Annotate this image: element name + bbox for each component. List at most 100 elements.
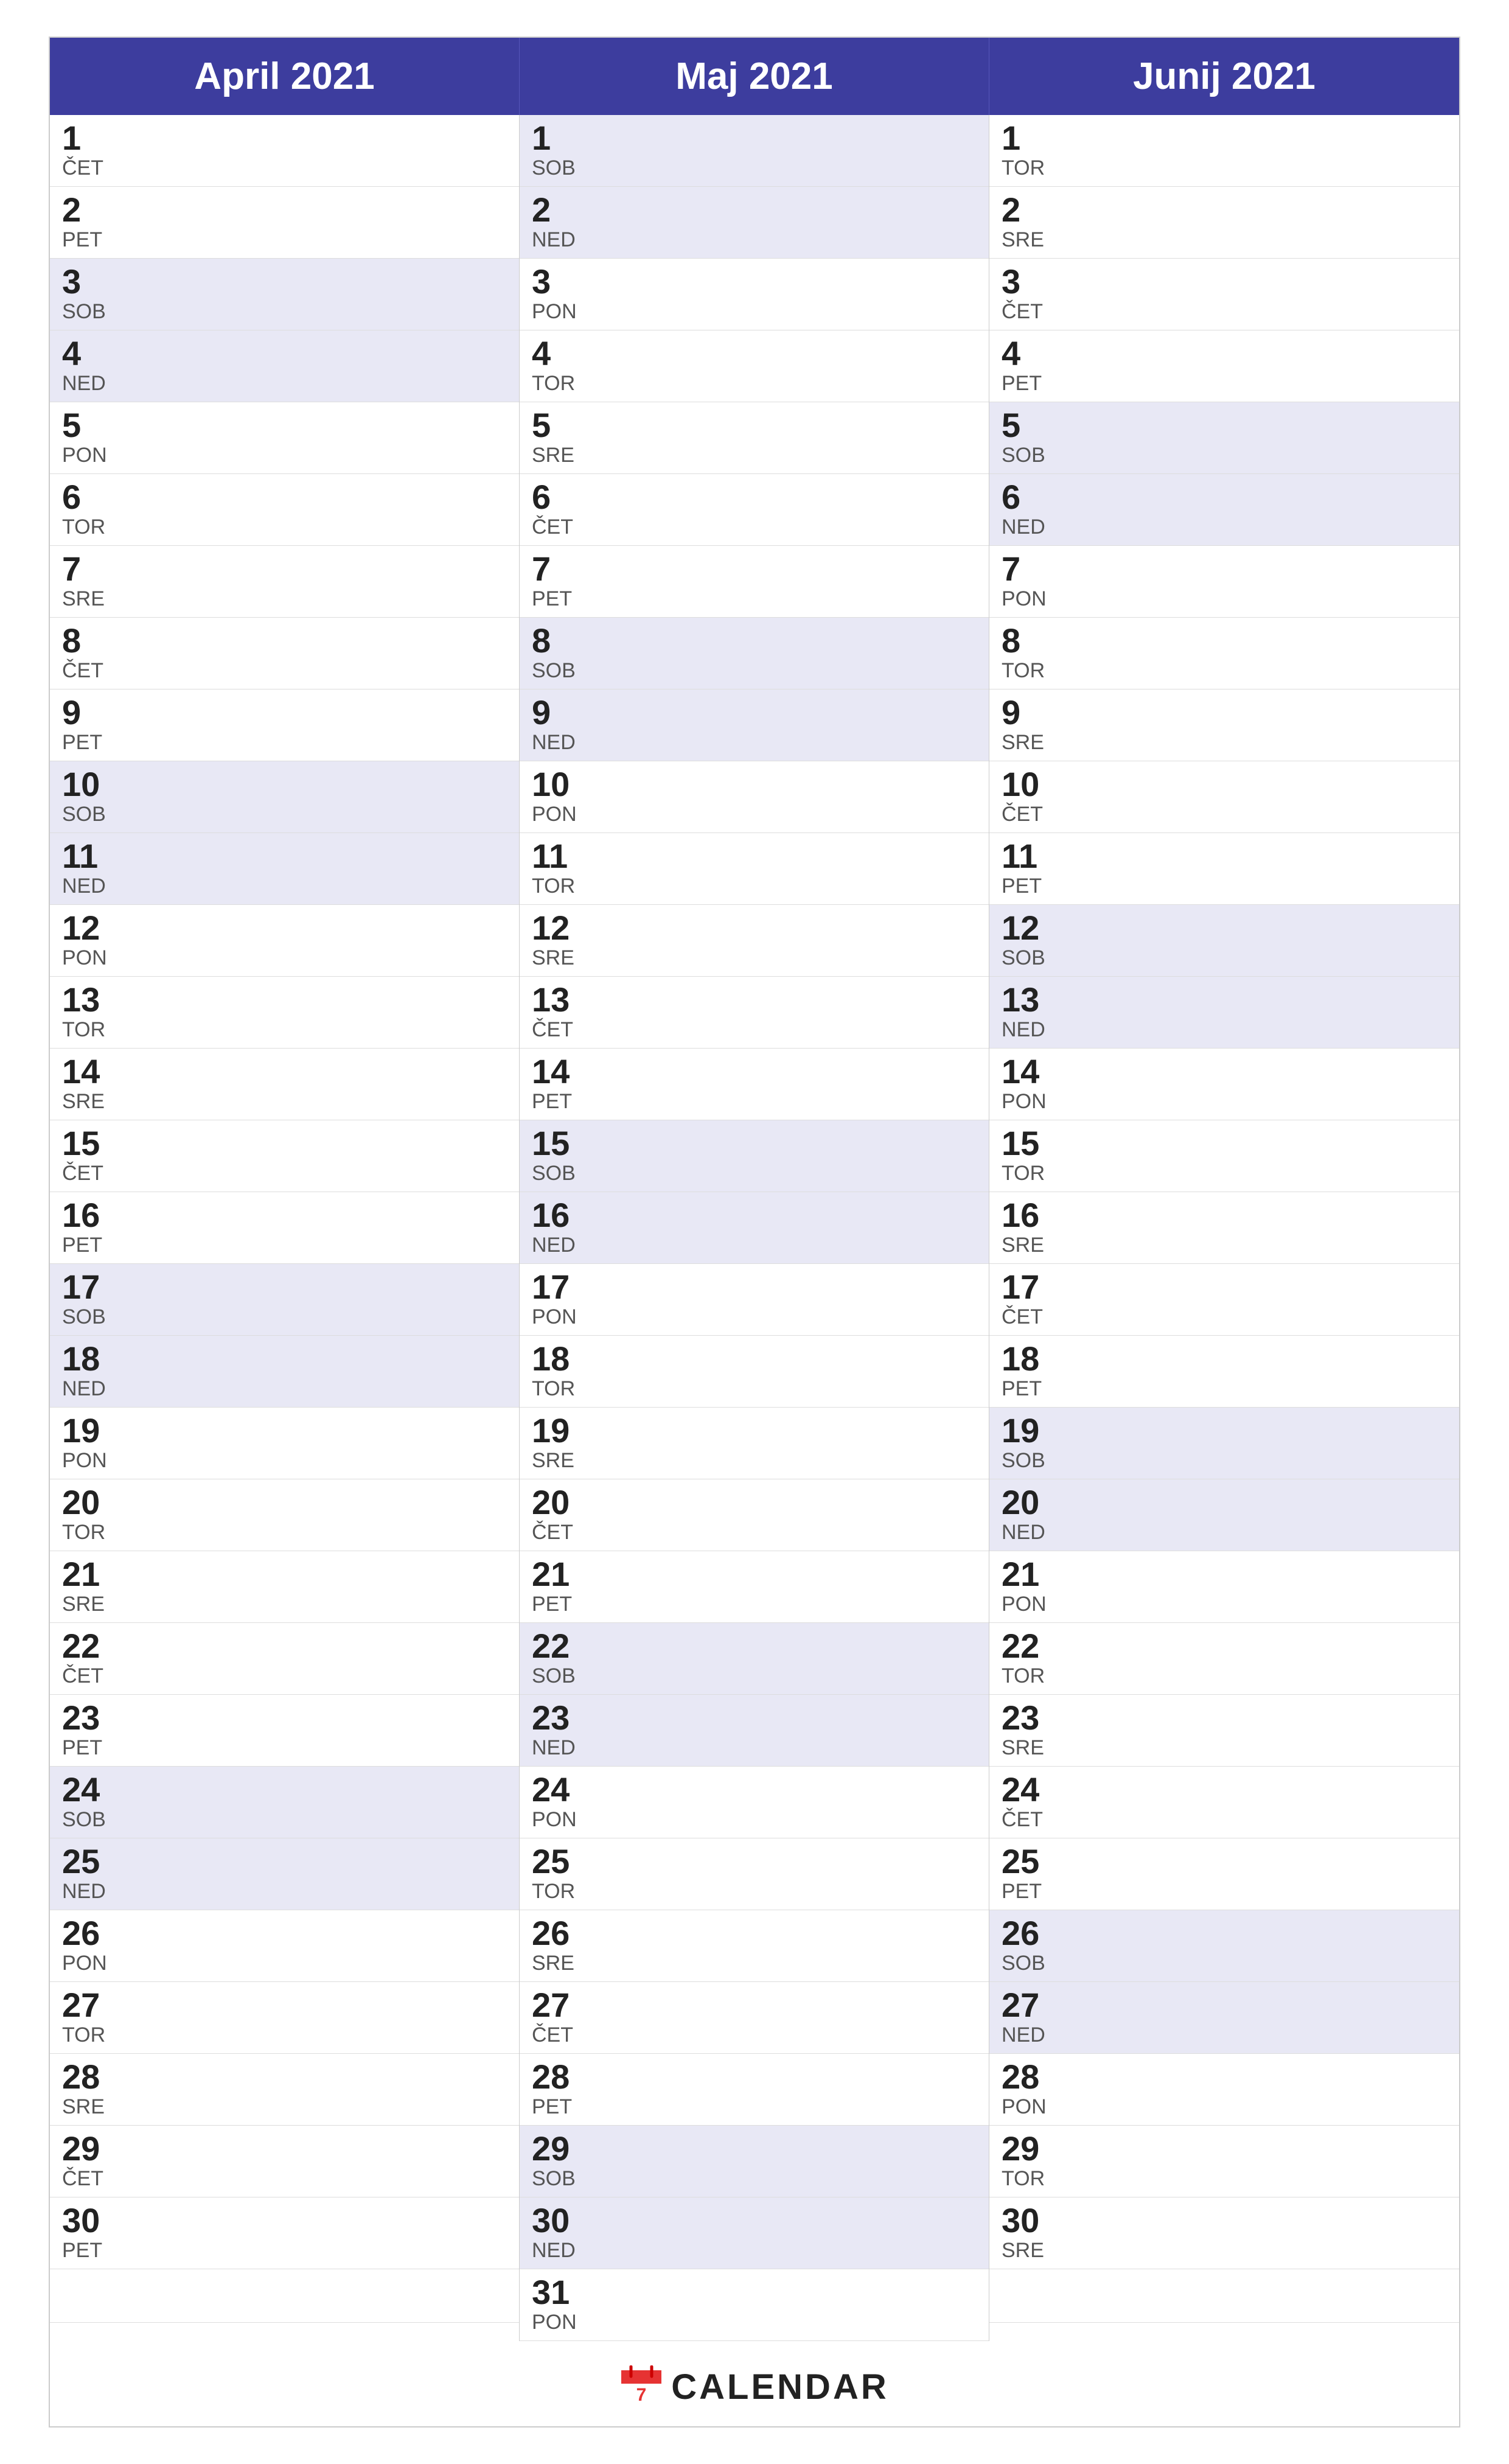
month-header-0: April 2021 — [50, 38, 520, 115]
day-name: PET — [62, 1736, 507, 1760]
day-name: SOB — [1002, 946, 1447, 970]
day-cell: 17PON — [520, 1264, 989, 1336]
day-number: 5 — [532, 408, 977, 442]
day-cell: 7SRE — [50, 546, 519, 618]
day-name: TOR — [1002, 1664, 1447, 1688]
day-number: 20 — [62, 1485, 507, 1520]
day-cell: 26PON — [50, 1910, 519, 1982]
day-name: TOR — [532, 1377, 977, 1401]
day-cell: 23PET — [50, 1695, 519, 1767]
day-name: SRE — [1002, 1736, 1447, 1760]
day-name: ČET — [532, 1521, 977, 1544]
day-cell: 26SRE — [520, 1910, 989, 1982]
day-number: 3 — [1002, 265, 1447, 299]
day-name: SOB — [1002, 1952, 1447, 1975]
day-name: SOB — [532, 1162, 977, 1185]
day-cell: 29ČET — [50, 2126, 519, 2197]
day-name: TOR — [532, 874, 977, 898]
day-number: 20 — [1002, 1485, 1447, 1520]
day-cell: 5PON — [50, 402, 519, 474]
day-cell: 5SRE — [520, 402, 989, 474]
day-cell: 25NED — [50, 1838, 519, 1910]
day-number: 28 — [1002, 2060, 1447, 2094]
day-name: NED — [62, 372, 507, 396]
day-cell: 29TOR — [989, 2126, 1459, 2197]
day-number: 22 — [62, 1629, 507, 1663]
day-name: SRE — [62, 2095, 507, 2119]
day-number: 7 — [532, 552, 977, 586]
day-name: PON — [62, 1449, 507, 1473]
day-name: NED — [532, 731, 977, 755]
day-cell: 29SOB — [520, 2126, 989, 2197]
day-name: SRE — [532, 1952, 977, 1975]
day-number: 11 — [1002, 839, 1447, 873]
day-name: NED — [1002, 1018, 1447, 1042]
day-number: 17 — [62, 1270, 507, 1304]
calendar-container: April 2021Maj 2021Junij 2021 1ČET2PET3SO… — [49, 37, 1460, 2427]
day-name: SRE — [1002, 2239, 1447, 2263]
day-name: SOB — [62, 1808, 507, 1832]
day-name: PET — [62, 228, 507, 252]
day-name: NED — [1002, 2023, 1447, 2047]
day-number: 24 — [62, 1773, 507, 1807]
day-number: 7 — [62, 552, 507, 586]
day-cell: 3SOB — [50, 259, 519, 330]
day-cell: 6NED — [989, 474, 1459, 546]
day-number: 7 — [1002, 552, 1447, 586]
day-number: 15 — [62, 1126, 507, 1160]
day-number: 6 — [1002, 480, 1447, 514]
day-number: 26 — [62, 1916, 507, 1950]
day-name: TOR — [1002, 659, 1447, 683]
day-cell: 17SOB — [50, 1264, 519, 1336]
day-number: 24 — [532, 1773, 977, 1807]
day-number: 1 — [1002, 121, 1447, 155]
day-cell: 17ČET — [989, 1264, 1459, 1336]
month-header-2: Junij 2021 — [989, 38, 1459, 115]
day-name: NED — [1002, 515, 1447, 539]
day-cell: 12SOB — [989, 905, 1459, 977]
day-name: SOB — [532, 2167, 977, 2191]
day-cell: 5SOB — [989, 402, 1459, 474]
day-number: 4 — [532, 337, 977, 371]
day-number: 4 — [62, 337, 507, 371]
day-number: 6 — [62, 480, 507, 514]
day-name: SRE — [532, 1449, 977, 1473]
day-number: 12 — [62, 911, 507, 945]
day-name: PET — [532, 1593, 977, 1616]
day-cell: 19SOB — [989, 1408, 1459, 1479]
day-number: 16 — [62, 1198, 507, 1232]
day-name: TOR — [62, 1018, 507, 1042]
day-number: 16 — [1002, 1198, 1447, 1232]
day-name: SOB — [532, 1664, 977, 1688]
day-cell: 4NED — [50, 330, 519, 402]
day-cell: 13NED — [989, 977, 1459, 1049]
day-cell: 22ČET — [50, 1623, 519, 1695]
day-name: ČET — [62, 2167, 507, 2191]
day-number: 1 — [532, 121, 977, 155]
day-number: 19 — [532, 1414, 977, 1448]
day-cell-empty — [989, 2269, 1459, 2323]
day-cell: 11PET — [989, 833, 1459, 905]
day-name: ČET — [532, 1018, 977, 1042]
day-cell-empty — [50, 2269, 519, 2323]
day-cell: 21PET — [520, 1551, 989, 1623]
day-cell: 27NED — [989, 1982, 1459, 2054]
day-cell: 16SRE — [989, 1192, 1459, 1264]
day-number: 21 — [1002, 1557, 1447, 1591]
day-name: PON — [532, 803, 977, 826]
day-cell: 12PON — [50, 905, 519, 977]
day-cell: 10PON — [520, 761, 989, 833]
day-name: SOB — [1002, 444, 1447, 467]
day-name: SOB — [532, 659, 977, 683]
day-name: SRE — [1002, 1234, 1447, 1257]
day-name: ČET — [62, 1664, 507, 1688]
day-name: NED — [62, 1377, 507, 1401]
day-cell: 25PET — [989, 1838, 1459, 1910]
day-number: 6 — [532, 480, 977, 514]
day-cell: 11TOR — [520, 833, 989, 905]
day-cell: 24PON — [520, 1767, 989, 1838]
day-number: 9 — [532, 696, 977, 730]
day-name: NED — [532, 1736, 977, 1760]
day-number: 4 — [1002, 337, 1447, 371]
day-cell: 24SOB — [50, 1767, 519, 1838]
